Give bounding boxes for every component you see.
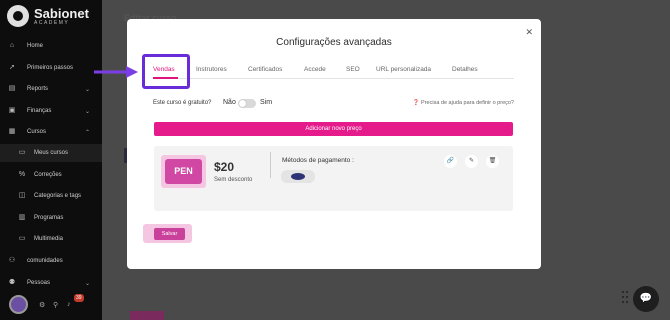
chevron-down-icon: ⌄ [84, 86, 90, 93]
toggle-no-label: Não [223, 99, 236, 106]
background-button [130, 311, 164, 320]
mercado-pago-logo [281, 170, 315, 183]
help-link-text: Precisa de ajuda para definir o preço? [421, 100, 514, 106]
logo-icon [7, 5, 29, 27]
logo: Sabionet ACADEMY [7, 5, 89, 27]
currency-badge-highlight: PEN [161, 155, 206, 188]
free-course-row: Este curso é gratuito? Não Sim ❓ Precisa… [153, 99, 514, 109]
sidebar-item-label: Primeiros passos [27, 65, 74, 71]
courses-icon: ▦ [8, 128, 16, 135]
sidebar-item-label: Correções [34, 172, 62, 178]
settings-icon[interactable]: ⚙ [39, 301, 45, 309]
chevron-down-icon: ⌄ [84, 108, 90, 115]
rocket-icon: ➚ [9, 64, 15, 71]
help-icon: ❓ [412, 100, 420, 106]
tab-detalhes[interactable]: Detalhes [452, 66, 478, 73]
bell-icon[interactable]: ♪ [67, 301, 71, 308]
modal-title: Configurações avançadas [276, 37, 392, 48]
sidebar-item-label: Programas [34, 215, 64, 221]
tab-seo[interactable]: SEO [346, 66, 360, 73]
avatar[interactable] [9, 295, 28, 314]
chat-icon[interactable]: 💬 [633, 286, 659, 312]
brand-name: Sabionet [34, 5, 89, 21]
sidebar-footer: ⚙ ⚲ ♪ 39 [0, 292, 102, 320]
sidebar-item-cursos[interactable]: ▦ Cursos ⌃ [0, 123, 102, 141]
save-button-highlight: Salvar [143, 224, 192, 243]
media-icon: ▭ [18, 235, 26, 242]
tab-highlight-annotation [142, 54, 190, 89]
sidebar-item-categorias[interactable]: ◫ Categorias e tags [0, 187, 102, 205]
payment-methods-label: Métodos de pagamento : [282, 157, 354, 164]
drag-handle-icon[interactable] [622, 291, 628, 307]
sidebar-item-primeiros-passos[interactable]: ➚ Primeiros passos [0, 59, 102, 77]
save-button[interactable]: Salvar [154, 228, 185, 240]
sidebar-item-label: Reports [27, 86, 49, 92]
tab-certificados[interactable]: Certificados [248, 66, 282, 73]
tab-bar: Vendas Instrutores Certificados Accede S… [153, 64, 514, 79]
sidebar-item-label: comunidades [27, 258, 63, 264]
tags-icon: ◫ [18, 192, 26, 199]
toggle-knob [239, 100, 246, 107]
location-icon[interactable]: ⚲ [53, 301, 58, 309]
people-icon: ⚉ [8, 279, 16, 286]
chevron-up-icon: ⌃ [84, 129, 90, 136]
corrections-icon: % [18, 171, 26, 178]
sidebar-item-reports[interactable]: ▤ Reports ⌄ [0, 80, 102, 98]
sidebar-item-label: Pessoas [27, 280, 51, 286]
sidebar-item-correcoes[interactable]: % Correções [0, 166, 102, 184]
sidebar-item-multimedia[interactable]: ▭ Multimedia [0, 230, 102, 248]
my-courses-icon: ▭ [18, 149, 26, 156]
free-course-toggle[interactable] [238, 99, 256, 108]
sidebar-item-meus-cursos[interactable]: ▭ Meus cursos [0, 144, 102, 162]
sidebar-item-financas[interactable]: ▣ Finanças ⌄ [0, 102, 102, 120]
currency-badge: PEN [165, 159, 202, 184]
sidebar-item-home[interactable]: ⌂ Home [0, 37, 102, 55]
tab-instrutores[interactable]: Instrutores [196, 66, 227, 73]
home-icon: ⌂ [9, 42, 15, 49]
close-icon[interactable]: ✕ [525, 28, 533, 37]
add-price-button[interactable]: Adicionar novo preço [154, 122, 513, 136]
tab-accede[interactable]: Accede [304, 66, 326, 73]
sidebar-item-comunidades[interactable]: ⚇ comunidades [0, 252, 102, 270]
link-icon[interactable]: 🔗 [444, 155, 457, 168]
sidebar-item-label: Cursos [27, 129, 47, 135]
sidebar-item-label: Multimedia [34, 236, 64, 242]
pointer-arrow-icon [94, 66, 138, 78]
community-icon: ⚇ [8, 257, 16, 264]
divider [270, 152, 271, 178]
edit-icon[interactable]: ✎ [465, 155, 478, 168]
chevron-down-icon: ⌄ [84, 280, 90, 287]
notification-badge: 39 [74, 294, 84, 302]
sidebar-item-label: Finanças [27, 108, 52, 114]
price-amount: $20 [214, 160, 235, 174]
sidebar-item-programas[interactable]: ▥ Programas [0, 209, 102, 227]
chart-icon: ▤ [8, 85, 16, 92]
trash-icon[interactable]: 🗑 [486, 155, 499, 168]
sidebar: Sabionet ACADEMY ⌂ Home ➚ Primeiros pass… [0, 0, 102, 320]
programs-icon: ▥ [18, 214, 26, 221]
brand-tagline: ACADEMY [34, 19, 70, 26]
free-course-question: Este curso é gratuito? [153, 100, 212, 106]
help-link[interactable]: ❓ Precisa de ajuda para definir o preço? [413, 100, 514, 106]
sidebar-item-pessoas[interactable]: ⚉ Pessoas ⌄ [0, 274, 102, 292]
price-card: PEN $20 Sem desconto Métodos de pagament… [154, 146, 513, 211]
sidebar-item-label: Categorias e tags [34, 193, 82, 199]
tab-url-personalizada[interactable]: URL personalizada [376, 66, 431, 73]
finance-icon: ▣ [8, 107, 16, 114]
sidebar-item-label: Meus cursos [34, 150, 69, 156]
sidebar-item-label: Home [27, 43, 44, 49]
toggle-yes-label: Sim [260, 99, 273, 106]
discount-label: Sem desconto [214, 177, 253, 183]
